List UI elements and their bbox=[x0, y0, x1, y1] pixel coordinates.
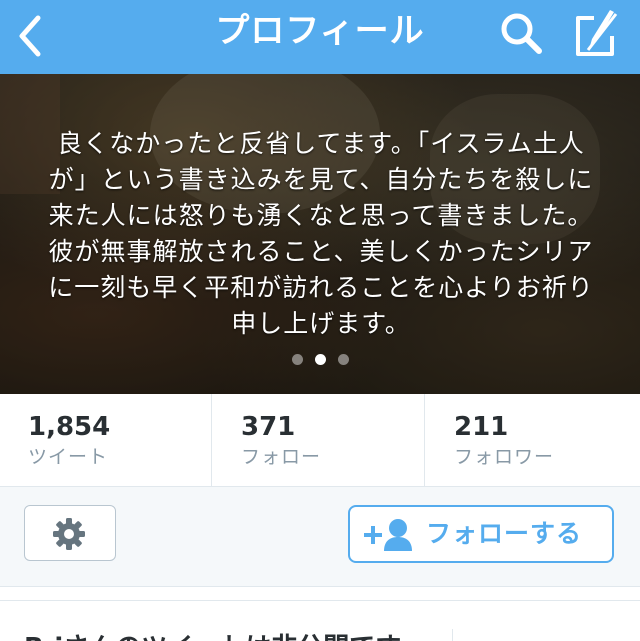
compose-button[interactable] bbox=[568, 6, 624, 62]
gear-icon bbox=[53, 518, 85, 550]
follow-button[interactable]: フォローする bbox=[348, 505, 614, 563]
protected-notice-text: R.iさんのツイートは非公開です bbox=[24, 627, 401, 641]
compose-icon bbox=[576, 10, 618, 56]
profile-actions: フォローする bbox=[0, 487, 640, 587]
stat-tweets[interactable]: 1,854 ツイート bbox=[28, 394, 208, 486]
stat-divider bbox=[211, 394, 212, 486]
notice-divider bbox=[452, 629, 453, 641]
followers-label: フォロワー bbox=[454, 446, 555, 468]
following-label: フォロー bbox=[241, 446, 322, 468]
settings-button[interactable] bbox=[24, 505, 116, 561]
tweets-count: 1,854 bbox=[28, 412, 111, 442]
search-button[interactable] bbox=[496, 8, 548, 60]
protected-notice: R.iさんのツイートは非公開です bbox=[0, 600, 640, 641]
tweets-label: ツイート bbox=[28, 446, 109, 468]
search-icon bbox=[501, 13, 542, 54]
nav-bar: プロフィール bbox=[0, 0, 640, 74]
page-dot[interactable] bbox=[337, 354, 349, 365]
follow-button-label: フォローする bbox=[426, 519, 583, 548]
profile-banner[interactable]: 良くなかったと反省してます。「イスラム土人が」という書き込みを見て、自分たちを殺… bbox=[0, 74, 640, 394]
page-indicator bbox=[0, 354, 640, 370]
page-dot-active[interactable] bbox=[314, 354, 326, 365]
following-count: 371 bbox=[241, 412, 296, 442]
page-dot[interactable] bbox=[291, 354, 303, 365]
stat-followers[interactable]: 211 フォロワー bbox=[454, 394, 634, 486]
add-user-icon bbox=[364, 519, 412, 551]
stat-divider bbox=[424, 394, 425, 486]
profile-stats: 1,854 ツイート 371 フォロー 211 フォロワー bbox=[0, 394, 640, 487]
section-divider bbox=[0, 586, 640, 587]
stat-following[interactable]: 371 フォロー bbox=[241, 394, 421, 486]
profile-bio: 良くなかったと反省してます。「イスラム土人が」という書き込みを見て、自分たちを殺… bbox=[48, 129, 594, 338]
followers-count: 211 bbox=[454, 412, 509, 442]
